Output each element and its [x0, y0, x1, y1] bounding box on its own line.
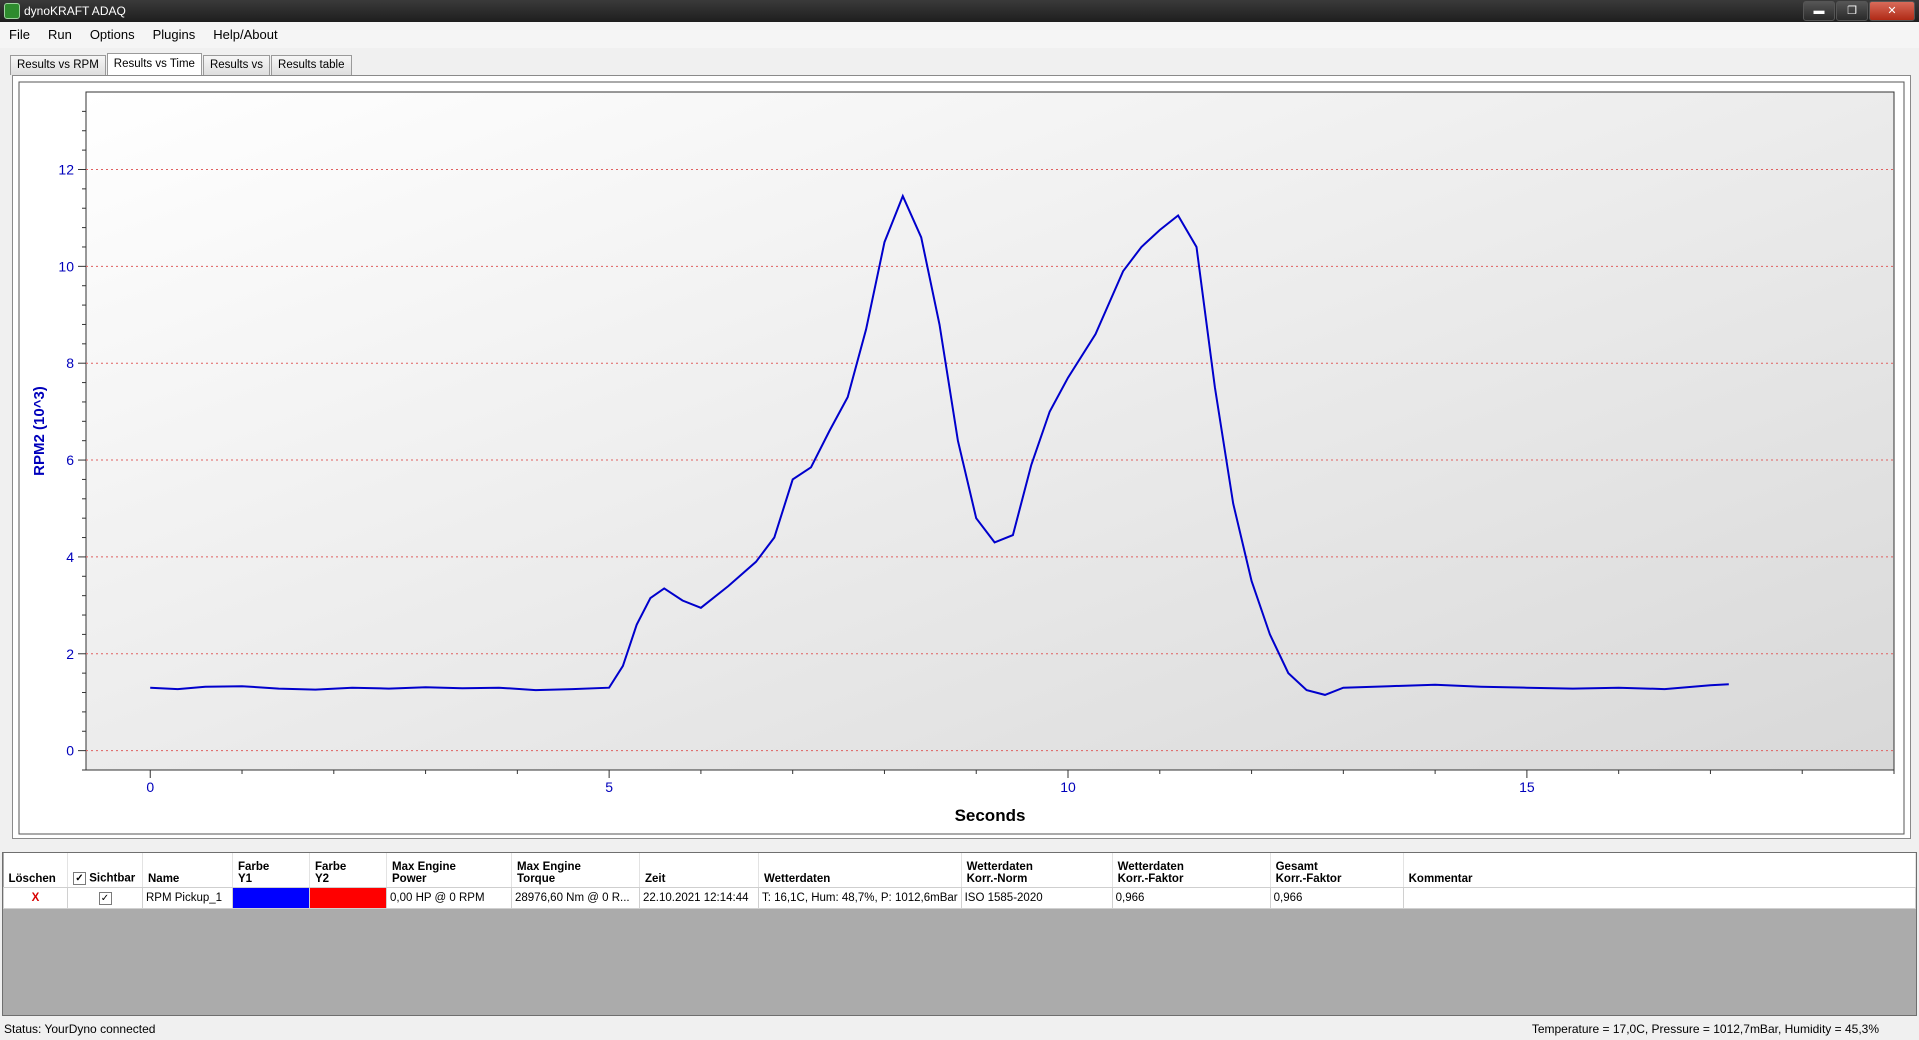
weather-status: Temperature = 17,0C, Pressure = 1012,7mB… — [1531, 1022, 1879, 1036]
menu-run[interactable]: Run — [39, 22, 81, 48]
x-axis-label: Seconds — [955, 806, 1026, 825]
col-header-sichtbar[interactable]: ✓ Sichtbar — [67, 853, 143, 888]
result-tabs: Results vs RPM Results vs Time Results v… — [10, 53, 353, 75]
header-line: Wetterdaten — [966, 861, 1033, 873]
y-tick-label: 10 — [58, 258, 74, 274]
header-line: Y1 — [238, 873, 253, 885]
table-header-row: Löschen ✓ Sichtbar Name Farbe Y1 Farbe Y2 … — [3, 853, 1917, 888]
header-line: Korr.-Faktor — [1275, 873, 1342, 885]
x-tick-label: 5 — [605, 779, 613, 795]
gesamt-faktor-cell[interactable]: 0,966 — [1269, 887, 1404, 909]
restore-button[interactable]: ❐ — [1836, 1, 1868, 21]
y-tick-label: 2 — [66, 646, 74, 662]
header-line: Torque — [517, 873, 556, 885]
results-table: Löschen ✓ Sichtbar Name Farbe Y1 Farbe Y2 … — [3, 853, 1917, 909]
header-line: Farbe — [315, 861, 347, 873]
connection-status: Status: YourDyno connected — [4, 1022, 156, 1036]
delete-row-button[interactable]: X — [3, 887, 68, 909]
x-tick-label: 15 — [1519, 779, 1535, 795]
window-controls: ▬ ❐ ✕ — [1802, 1, 1915, 21]
y-tick-label: 8 — [66, 355, 74, 371]
name-cell[interactable]: RPM Pickup_1 — [142, 887, 233, 909]
col-header-korr-faktor[interactable]: Wetterdaten Korr.-Faktor — [1112, 853, 1271, 888]
app-logo-icon — [4, 3, 20, 19]
header-line: Korr.-Faktor — [1117, 873, 1184, 885]
col-header-zeit[interactable]: Zeit — [639, 853, 759, 888]
header-line: Korr.-Norm — [966, 873, 1028, 885]
y-tick-label: 6 — [66, 452, 74, 468]
visible-checkbox[interactable]: ✓ — [98, 891, 112, 905]
menu-options[interactable]: Options — [81, 22, 144, 48]
y-axis-label: RPM2 (10^3) — [31, 386, 48, 476]
max-torque-cell[interactable]: 28976,60 Nm @ 0 R... — [511, 887, 640, 909]
header-line: Y2 — [315, 873, 330, 885]
plot-area — [85, 91, 1895, 771]
results-grid: Löschen ✓ Sichtbar Name Farbe Y1 Farbe Y2 … — [2, 852, 1917, 1016]
header-line: Power — [392, 873, 427, 885]
close-button[interactable]: ✕ — [1869, 1, 1915, 21]
table-row[interactable]: X ✓ RPM Pickup_1 0,00 HP @ 0 RPM 28976,6… — [3, 887, 1917, 909]
header-line: Max Engine — [517, 861, 581, 873]
col-header-name[interactable]: Name — [142, 853, 233, 888]
col-header-max-power[interactable]: Max Engine Power — [386, 853, 512, 888]
korr-norm-cell[interactable]: ISO 1585-2020 — [960, 887, 1113, 909]
col-header-gesamt-faktor[interactable]: Gesamt Korr.-Faktor — [1270, 853, 1404, 888]
select-all-checkbox[interactable]: ✓ — [73, 872, 86, 885]
col-header-farbe-y2[interactable]: Farbe Y2 — [309, 853, 387, 888]
tab-results-vs-rpm[interactable]: Results vs RPM — [10, 55, 106, 75]
title-bar: dynoKRAFT ADAQ ▬ ❐ ✕ — [0, 0, 1919, 22]
max-power-cell[interactable]: 0,00 HP @ 0 RPM — [386, 887, 512, 909]
chart-frame: 0 2 4 6 8 10 12 0 5 10 15 Seconds RPM2 (10^3) — [12, 75, 1911, 839]
menu-file[interactable]: File — [0, 22, 39, 48]
minimize-button[interactable]: ▬ — [1803, 1, 1835, 21]
tab-results-table[interactable]: Results table — [271, 55, 352, 75]
x-tick-label: 0 — [146, 779, 154, 795]
col-header-korr-norm[interactable]: Wetterdaten Korr.-Norm — [961, 853, 1113, 888]
header-line: Gesamt — [1275, 861, 1318, 873]
korr-faktor-cell[interactable]: 0,966 — [1111, 887, 1271, 909]
col-header-wetterdaten[interactable]: Wetterdaten — [758, 853, 962, 888]
zeit-cell[interactable]: 22.10.2021 12:14:44 — [639, 887, 759, 909]
x-tick-label: 10 — [1060, 779, 1076, 795]
tab-results-vs-time[interactable]: Results vs Time — [106, 53, 202, 75]
header-line: Wetterdaten — [1117, 861, 1184, 873]
col-header-loeschen[interactable]: Löschen — [3, 853, 68, 888]
kommentar-cell[interactable]: MSD pickup on RPM2 — [1402, 887, 1917, 909]
visible-cell[interactable]: ✓ — [67, 887, 143, 909]
rpm-time-chart[interactable]: 0 2 4 6 8 10 12 0 5 10 15 Seconds RPM2 (10^3) — [13, 76, 1912, 840]
wetterdaten-cell[interactable]: T: 16,1C, Hum: 48,7%, P: 1012,6mBar — [758, 887, 962, 909]
color-y2-swatch[interactable] — [309, 887, 387, 909]
window-title: dynoKRAFT ADAQ — [24, 4, 126, 18]
y-tick-label: 4 — [66, 549, 74, 565]
col-header-kommentar[interactable]: Kommentar — [1403, 853, 1917, 888]
status-bar: Status: YourDyno connected Temperature =… — [0, 1018, 1919, 1040]
tab-results-vs[interactable]: Results vs — [202, 55, 271, 75]
col-header-max-torque[interactable]: Max Engine Torque — [511, 853, 640, 888]
header-line: Farbe — [238, 861, 270, 873]
y-tick-label: 12 — [58, 161, 74, 177]
col-header-farbe-y1[interactable]: Farbe Y1 — [232, 853, 310, 888]
color-y1-swatch[interactable] — [232, 887, 310, 909]
menu-help-about[interactable]: Help/About — [204, 22, 286, 48]
menu-plugins[interactable]: Plugins — [144, 22, 205, 48]
header-line: Max Engine — [392, 861, 456, 873]
col-header-sichtbar-label: Sichtbar — [89, 872, 136, 885]
menu-bar: File Run Options Plugins Help/About — [0, 22, 1919, 48]
y-tick-label: 0 — [66, 743, 74, 759]
